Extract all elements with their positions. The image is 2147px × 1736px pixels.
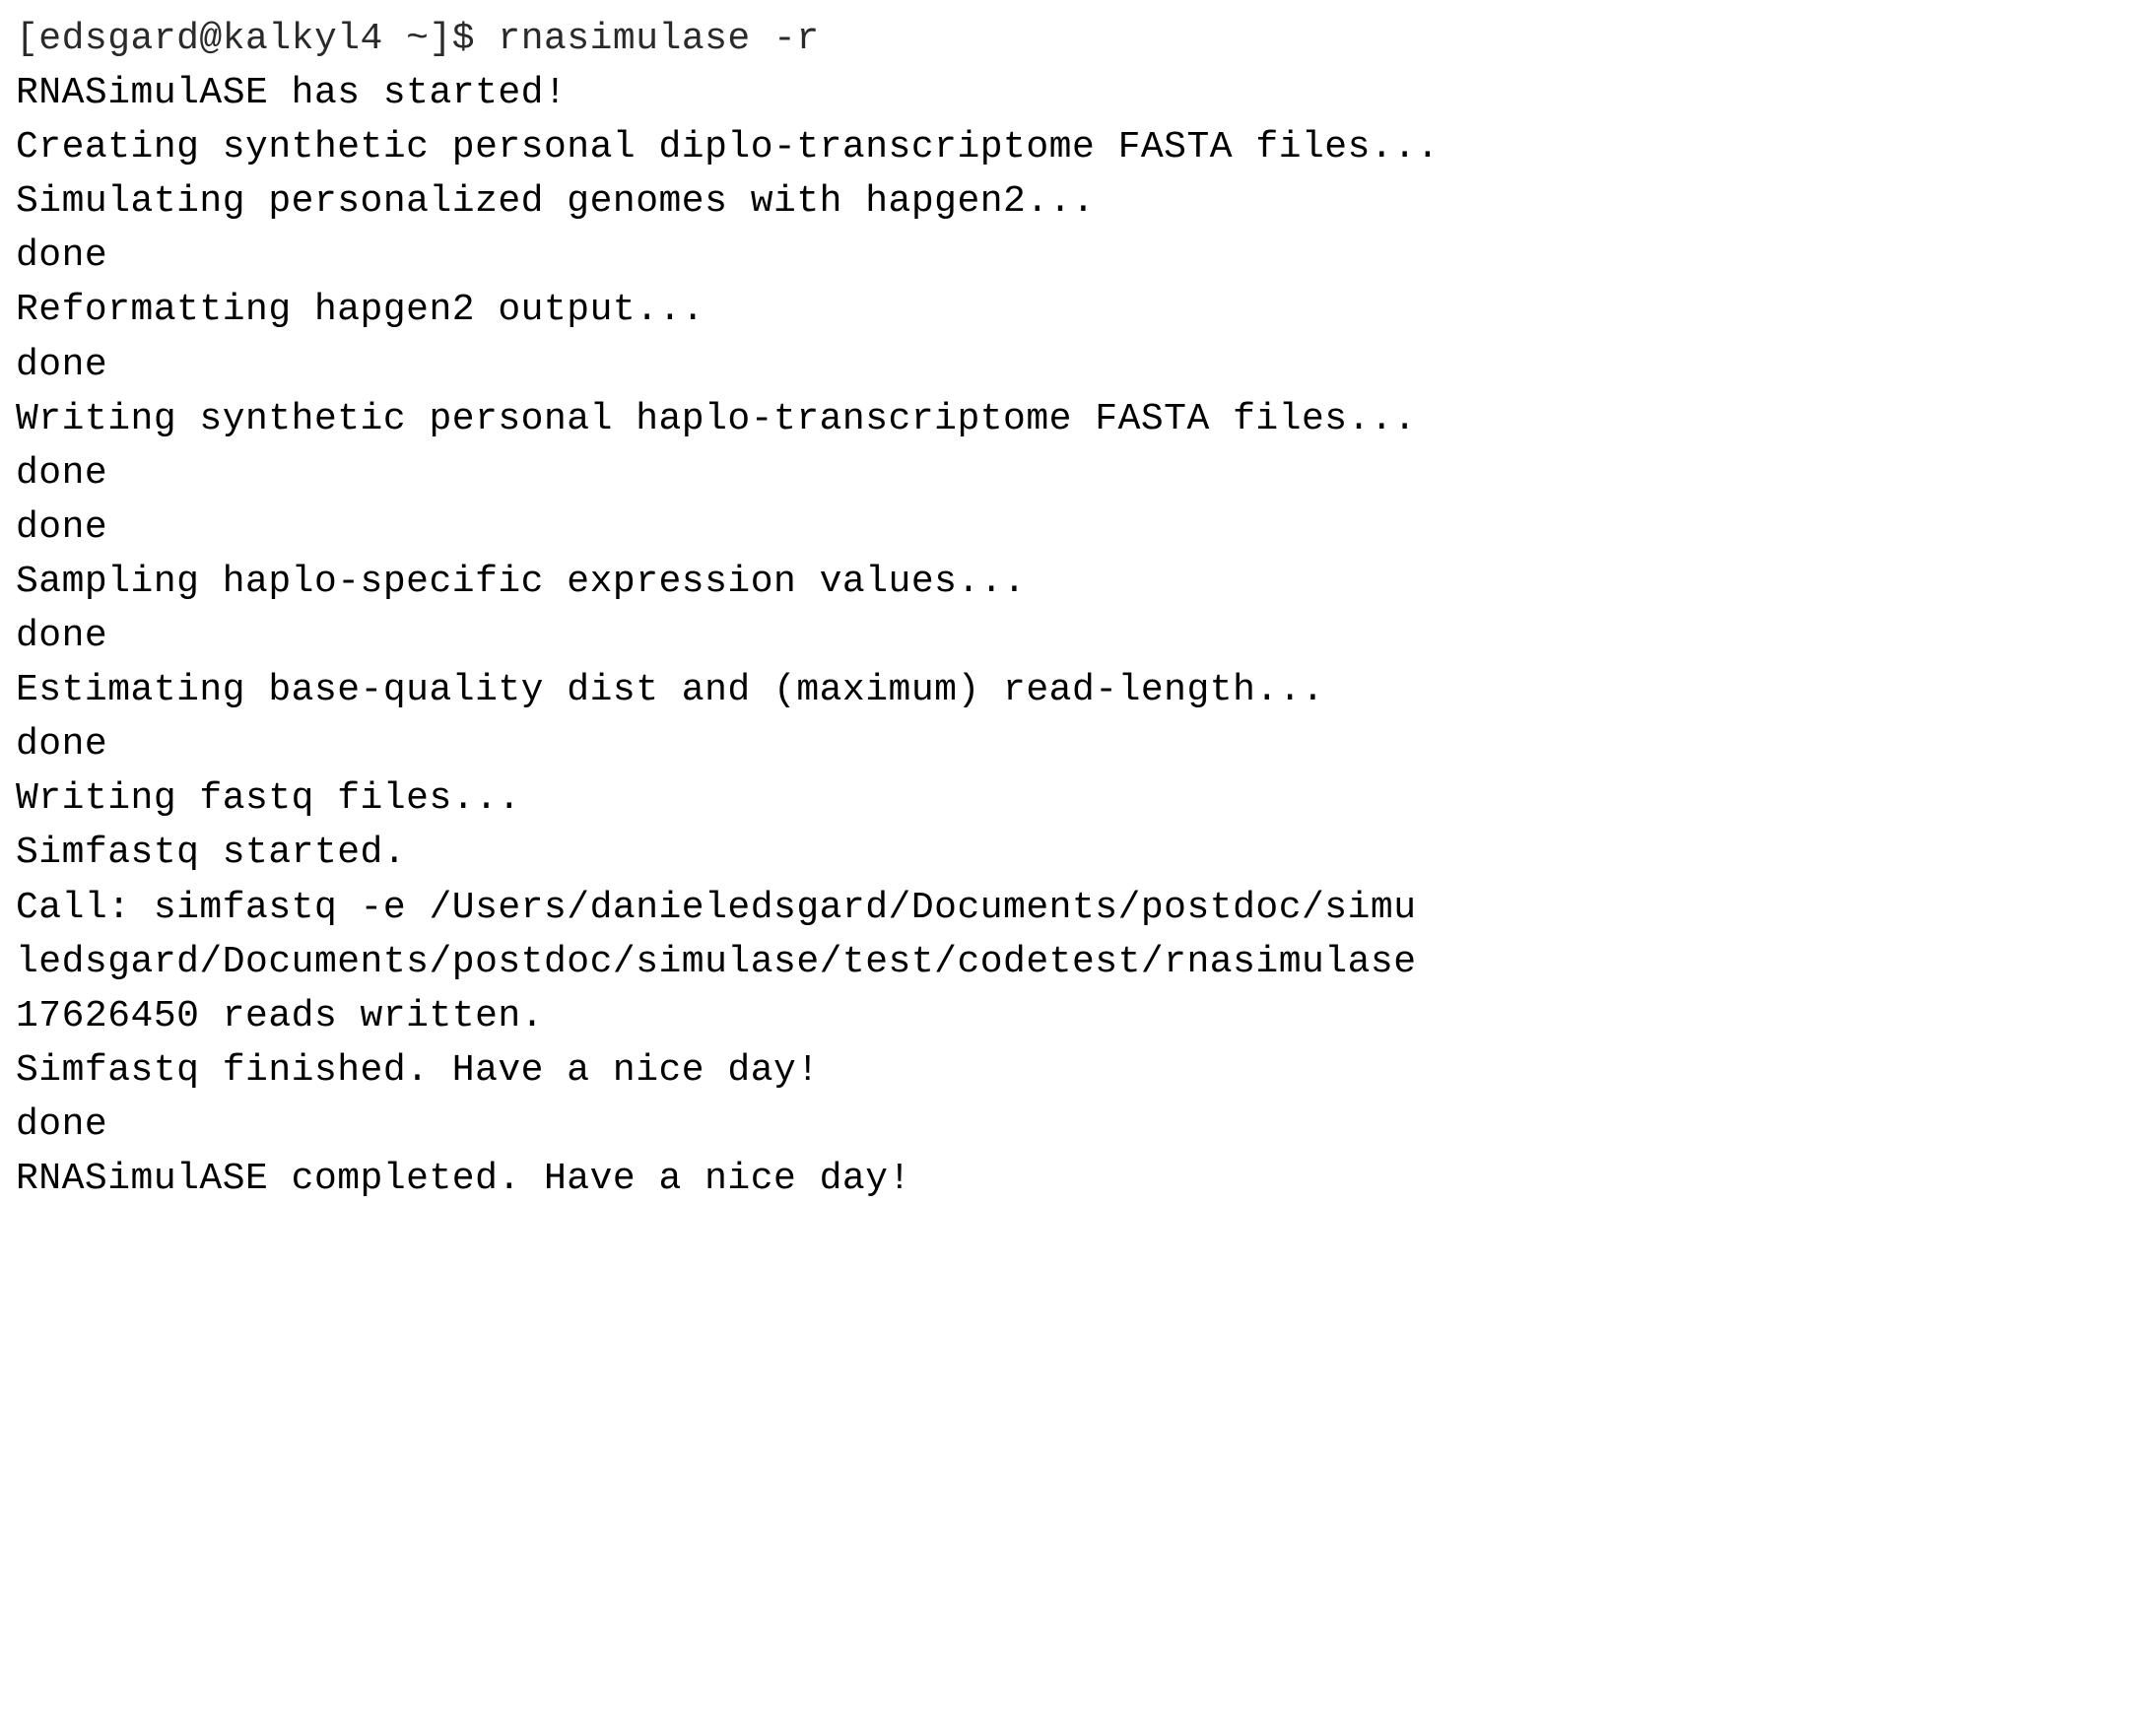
output-line: done: [16, 1098, 2131, 1152]
output-line: done: [16, 501, 2131, 555]
output-line: Reformatting hapgen2 output...: [16, 283, 2131, 337]
output-line: done: [16, 717, 2131, 771]
output-line: done: [16, 446, 2131, 501]
output-line: done: [16, 229, 2131, 283]
output-line: RNASimulASE completed. Have a nice day!: [16, 1152, 2131, 1206]
command-input: rnasimulase -r: [498, 18, 819, 60]
prompt-line: [edsgard@kalkyl4 ~]$ rnasimulase -r: [16, 12, 2131, 66]
output-line: Sampling haplo-specific expression value…: [16, 555, 2131, 609]
output-line: Call: simfastq -e /Users/danieledsgard/D…: [16, 881, 2131, 935]
output-line: 17626450 reads written.: [16, 989, 2131, 1043]
output-line: RNASimulASE has started!: [16, 66, 2131, 120]
terminal-output: [edsgard@kalkyl4 ~]$ rnasimulase -r RNAS…: [16, 12, 2131, 1206]
output-line: Creating synthetic personal diplo-transc…: [16, 120, 2131, 174]
output-line: Simfastq started.: [16, 826, 2131, 880]
output-line: done: [16, 338, 2131, 392]
output-line: Estimating base-quality dist and (maximu…: [16, 663, 2131, 717]
output-line: Simfastq finished. Have a nice day!: [16, 1043, 2131, 1098]
output-line: done: [16, 609, 2131, 663]
output-line: Writing synthetic personal haplo-transcr…: [16, 392, 2131, 446]
shell-prompt: [edsgard@kalkyl4 ~]$: [16, 18, 498, 60]
output-line: Simulating personalized genomes with hap…: [16, 174, 2131, 229]
output-line: ledsgard/Documents/postdoc/simulase/test…: [16, 935, 2131, 989]
output-line: Writing fastq files...: [16, 771, 2131, 826]
